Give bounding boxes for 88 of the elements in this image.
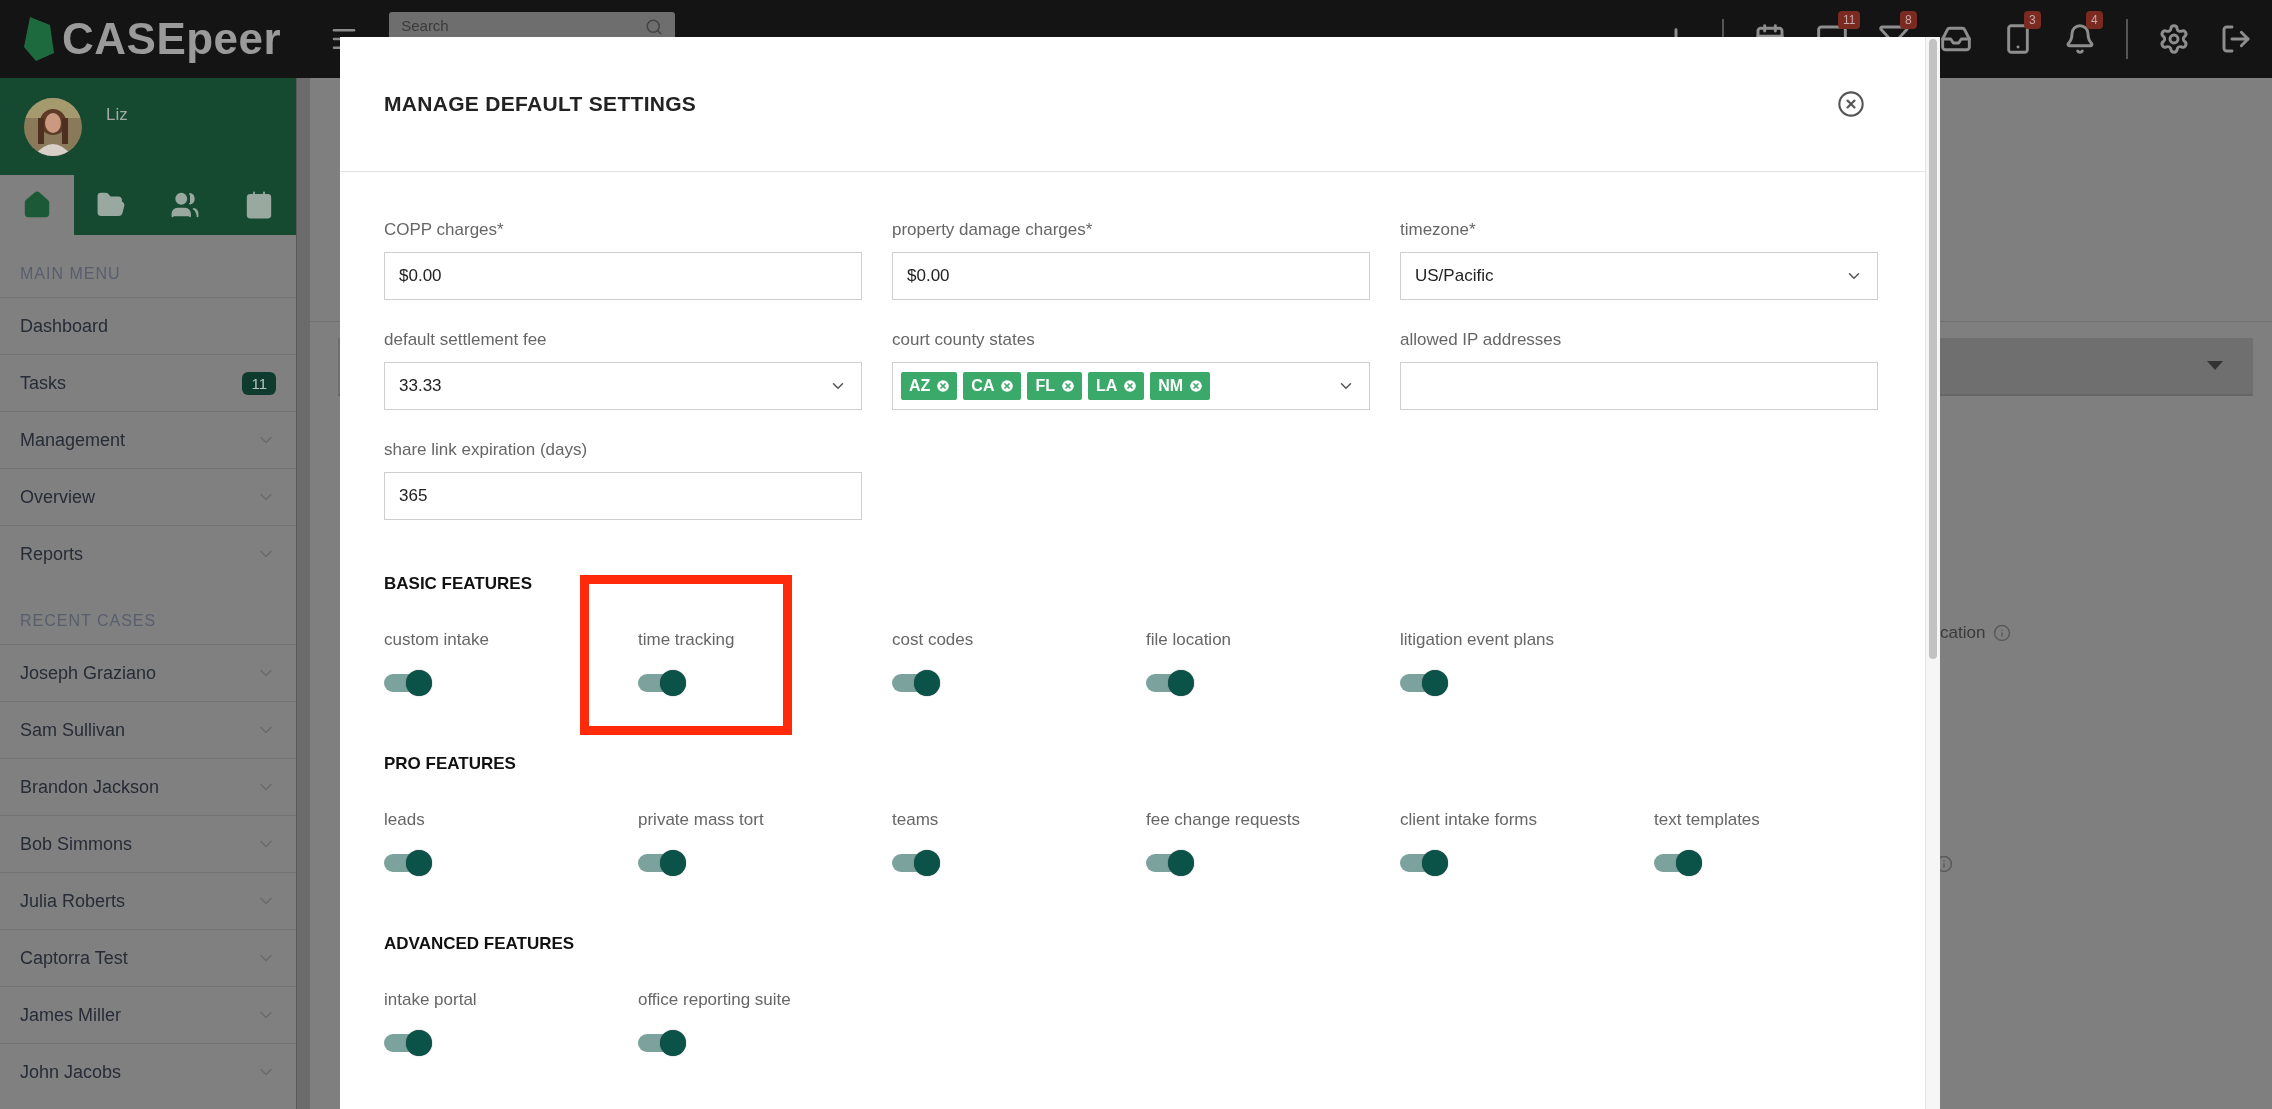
field-label: property damage charges* (892, 220, 1094, 240)
input-field[interactable]: 365 (384, 472, 862, 520)
feature-label: client intake forms (1400, 810, 1537, 830)
field-label: default settlement fee (384, 330, 548, 350)
close-button[interactable] (1837, 90, 1865, 118)
feature-label: fee change requests (1146, 810, 1301, 830)
feature-label: office reporting suite (638, 990, 791, 1010)
toggle-switch[interactable] (638, 1030, 686, 1056)
select-field[interactable]: 33.33 (384, 362, 862, 410)
count-badge: 8 (1900, 11, 1917, 29)
sidebar-item[interactable]: Tasks 11 (0, 354, 296, 411)
state-tag[interactable]: FL (1027, 372, 1082, 400)
item-label: Reports (20, 543, 84, 565)
item-label: Management (20, 429, 126, 451)
home-icon (22, 190, 52, 220)
remove-icon[interactable] (935, 378, 952, 394)
item-label: Brandon Jackson (20, 776, 160, 798)
input-field[interactable]: $0.00 (892, 252, 1370, 300)
toggle-switch[interactable] (638, 850, 686, 876)
toggle-switch[interactable] (1400, 670, 1448, 696)
item-label: Tasks (20, 372, 66, 394)
bell-icon[interactable] (2064, 23, 2096, 55)
item-label: James Miller (20, 1004, 121, 1026)
section-heading: ADVANCED FEATURES (384, 934, 576, 954)
remove-icon[interactable] (1188, 378, 1205, 394)
section-heading: PRO FEATURES (384, 754, 517, 774)
state-tag[interactable]: AZ (901, 372, 958, 400)
item-label: Sam Sullivan (20, 719, 126, 741)
scrollbar[interactable] (296, 78, 310, 1109)
remove-icon[interactable] (1122, 378, 1139, 394)
toggle-switch[interactable] (1146, 850, 1194, 876)
caret-icon (2207, 361, 2223, 371)
feature-label: intake portal (384, 990, 477, 1010)
calendar-icon (244, 190, 274, 220)
item-label: Captorra Test (20, 947, 128, 969)
input-field[interactable]: $0.00 (384, 252, 862, 300)
count-badge: 11 (242, 371, 276, 395)
item-label: Dashboard (20, 315, 109, 337)
dialog-title: MANAGE DEFAULT SETTINGS (384, 92, 697, 116)
state-tag[interactable]: NM (1150, 372, 1211, 400)
remove-icon[interactable] (999, 378, 1016, 394)
field-label: share link expiration (days) (384, 440, 589, 460)
field-label: COPP charges* (384, 220, 505, 240)
feature-label: custom intake (384, 630, 489, 650)
state-tag[interactable]: LA (1088, 372, 1145, 400)
select-field[interactable]: US/Pacific (1400, 252, 1878, 300)
feature-label: teams (892, 810, 939, 830)
item-label: John Jacobs (20, 1061, 122, 1083)
input-field[interactable] (1400, 362, 1878, 410)
toggle-switch[interactable] (384, 670, 432, 696)
info-icon (1993, 624, 2012, 642)
people-icon (170, 190, 200, 220)
item-label: Joseph Graziano (20, 662, 157, 684)
item-label: Julia Roberts (20, 890, 126, 912)
feature-label: litigation event plans (1400, 630, 1555, 650)
tag-select-field[interactable]: AZ CA FL LA NM (892, 362, 1370, 410)
feature-label: private mass tort (638, 810, 764, 830)
feature-label: cost codes (892, 630, 974, 650)
toggle-switch[interactable] (892, 670, 940, 696)
field-label: allowed IP addresses (1400, 330, 1563, 350)
toggle-switch[interactable] (384, 850, 432, 876)
count-badge: 4 (2086, 11, 2103, 29)
toggle-switch[interactable] (384, 1030, 432, 1056)
count-badge: 3 (2024, 11, 2041, 29)
item-label: Bob Simmons (20, 833, 133, 855)
field-label: timezone* (1400, 220, 1477, 240)
feature-label: time tracking (638, 630, 735, 650)
field-label: court county states (892, 330, 1036, 350)
user-name: Liz (106, 104, 128, 125)
setting-label: cation (1940, 623, 1986, 643)
state-tag[interactable]: CA (963, 372, 1022, 400)
settings-icon[interactable] (2158, 23, 2190, 55)
count-badge: 11 (1838, 11, 1861, 29)
search-icon (645, 18, 664, 36)
toggle-switch[interactable] (892, 850, 940, 876)
toggle-switch[interactable] (1400, 850, 1448, 876)
feature-label: file location (1146, 630, 1232, 650)
toggle-switch[interactable] (638, 670, 686, 696)
toggle-switch[interactable] (1146, 670, 1194, 696)
feature-label: text templates (1654, 810, 1760, 830)
feature-label: leads (384, 810, 425, 830)
section-heading: BASIC FEATURES (384, 574, 533, 594)
remove-icon[interactable] (1060, 378, 1076, 394)
leaf-logo-icon (24, 17, 54, 61)
item-label: Overview (20, 486, 95, 508)
toggle-switch[interactable] (1654, 850, 1702, 876)
app-logo: CASEpeer (62, 14, 282, 64)
logout-icon[interactable] (2220, 23, 2252, 55)
